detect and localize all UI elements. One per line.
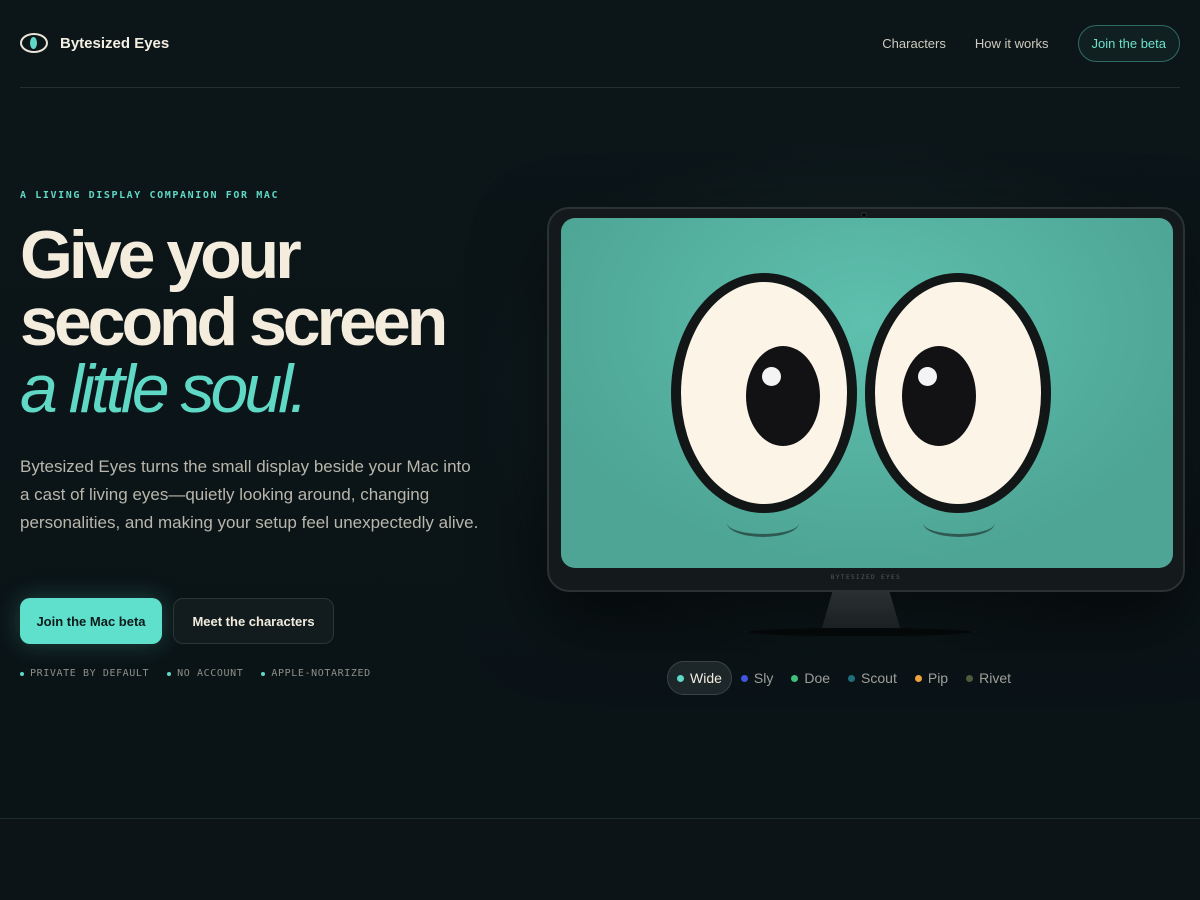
pupil [902,346,976,446]
character-sly[interactable]: Sly [732,661,782,695]
trust-badges: PRIVATE BY DEFAULT NO ACCOUNT APPLE-NOTA… [20,668,389,679]
character-doe[interactable]: Doe [782,661,839,695]
pupil [746,346,820,446]
character-pip[interactable]: Pip [906,661,957,695]
trust-label: NO ACCOUNT [177,668,244,679]
join-mac-beta-button[interactable]: Join the Mac beta [20,598,162,644]
eye-logo-icon [20,33,48,53]
landing-page: Bytesized Eyes Characters How it works J… [0,0,1200,900]
headline-accent: a little soul. [20,351,308,427]
character-label: Pip [927,670,949,686]
trust-label: PRIVATE BY DEFAULT [30,668,150,679]
headline-line-2: second screen [20,284,448,360]
hero-headline: Give your second screen a little soul. [20,221,540,427]
trust-item-no-account: NO ACCOUNT [167,668,243,679]
character-wide[interactable]: Wide [667,661,732,695]
left-eye [671,273,857,513]
eye-white [681,282,847,504]
character-rivet[interactable]: Rivet [957,661,1020,695]
character-dot-icon [914,674,922,682]
trust-item-private: PRIVATE BY DEFAULT [20,668,149,679]
bullet-dot-icon [261,671,266,676]
brand-name: Bytesized Eyes [60,34,170,52]
monitor-stand [822,590,900,628]
character-picker: Wide Sly Doe Scout Pip Rivet [667,661,1020,695]
eye-glint [918,367,937,386]
character-scout[interactable]: Scout [839,661,906,695]
bullet-dot-icon [20,671,24,676]
character-dot-icon [966,674,974,682]
right-smile [923,523,995,537]
monitor-illustration: BYTESIZED EYES [547,207,1185,592]
trust-item-notarized: APPLE-NOTARIZED [261,668,370,679]
nav-link-how-it-works[interactable]: How it works [975,36,1049,51]
monitor-stand-base [748,628,972,636]
hero-eyebrow: A LIVING DISPLAY COMPANION FOR MAC [20,190,280,201]
character-dot-icon [677,674,684,682]
right-eye [865,273,1051,513]
eye-glint [762,367,781,386]
character-label: Doe [804,670,831,686]
site-header: Bytesized Eyes Characters How it works J… [20,0,1180,88]
hero-description: Bytesized Eyes turns the small display b… [20,457,479,532]
nav-link-characters[interactable]: Characters [882,36,946,51]
monitor-label: BYTESIZED EYES [830,574,902,581]
trust-label: APPLE-NOTARIZED [271,668,371,679]
section-divider [0,818,1200,900]
character-dot-icon [740,674,748,682]
eye-white [875,282,1041,504]
bullet-dot-icon [167,671,172,676]
character-label: Sly [753,670,774,686]
headline-line-1: Give your [20,217,302,293]
join-beta-button[interactable]: Join the beta [1077,25,1180,62]
main-nav: Characters How it works Join the beta [882,25,1180,62]
character-label: Wide [690,670,722,686]
character-dot-icon [791,674,799,682]
monitor-screen [561,218,1173,568]
brand-logo[interactable]: Bytesized Eyes [20,33,169,53]
character-label: Rivet [979,670,1011,686]
character-label: Scout [861,670,897,686]
eye-iris-icon [30,37,37,49]
left-smile [727,523,799,537]
character-dot-icon [848,674,856,682]
meet-characters-button[interactable]: Meet the characters [173,598,334,644]
